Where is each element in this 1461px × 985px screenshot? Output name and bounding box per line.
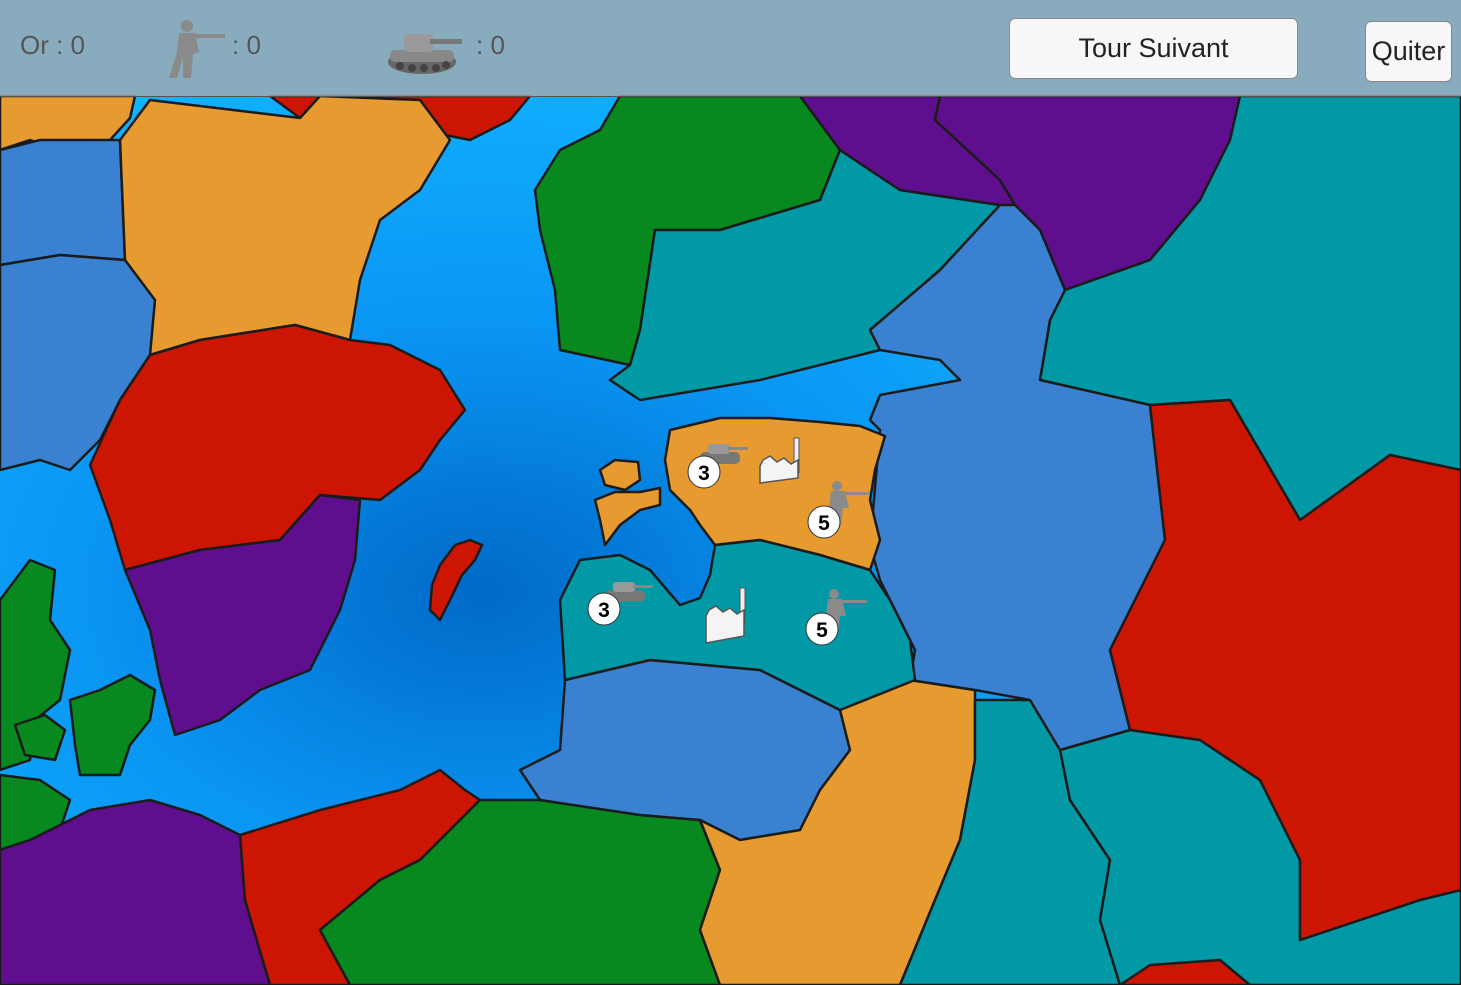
tank-icon bbox=[388, 34, 462, 74]
game-map[interactable]: 3 5 3 5 bbox=[0, 0, 1461, 985]
soldier-icon bbox=[169, 20, 225, 78]
region-orange-island-1[interactable] bbox=[598, 458, 642, 492]
svg-text:5: 5 bbox=[818, 512, 830, 535]
tank-counter: : 0 bbox=[476, 30, 505, 60]
top-hud-bar: Or : 0 : 0 : 0 Tour Suivant Quiter bbox=[0, 0, 1461, 97]
teal-infantry-count-badge: 5 bbox=[805, 612, 839, 646]
quit-button[interactable]: Quiter bbox=[1365, 21, 1452, 82]
svg-text:3: 3 bbox=[698, 462, 710, 485]
orange-tank-count-badge: 3 bbox=[687, 455, 721, 489]
svg-text:3: 3 bbox=[598, 599, 610, 622]
infantry-counter: : 0 bbox=[232, 30, 261, 60]
teal-tank-count-badge: 3 bbox=[587, 592, 621, 626]
next-turn-button[interactable]: Tour Suivant bbox=[1009, 18, 1298, 79]
region-blue-west-1[interactable] bbox=[0, 138, 127, 267]
gold-counter: Or : 0 bbox=[20, 30, 86, 60]
orange-infantry-count-badge: 5 bbox=[807, 505, 841, 539]
svg-text:5: 5 bbox=[816, 619, 828, 642]
